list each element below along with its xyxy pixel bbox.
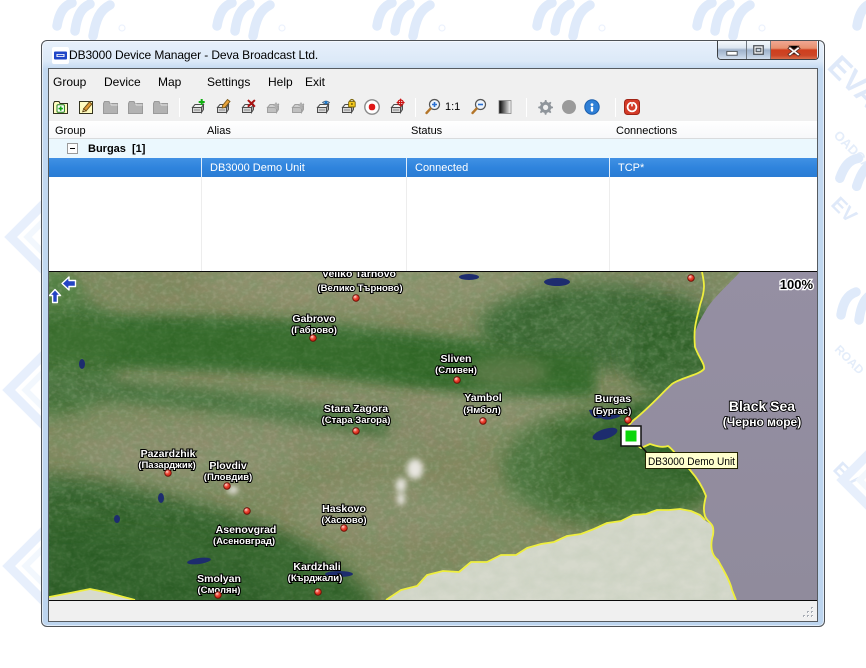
svg-text:(Сливен): (Сливен) <box>435 365 477 376</box>
svg-text:EVA: EVA <box>821 50 866 115</box>
svg-text:Asenovgrad: Asenovgrad <box>216 524 277 536</box>
svg-text:OADCA: OADCA <box>831 128 866 173</box>
svg-text:(Асеновград): (Асеновград) <box>213 536 275 547</box>
svg-text:EV: EV <box>828 458 863 493</box>
svg-text:Stara Zagora: Stara Zagora <box>324 403 388 415</box>
svg-text:Smolyan: Smolyan <box>197 573 241 585</box>
svg-text:EV: EV <box>826 193 861 228</box>
svg-text:Yambol: Yambol <box>464 392 501 404</box>
svg-text:Kardzhali: Kardzhali <box>293 561 340 573</box>
svg-text:Haskovo: Haskovo <box>322 503 366 515</box>
svg-text:Sliven: Sliven <box>441 353 472 365</box>
svg-text:Pazardzhik: Pazardzhik <box>141 448 196 460</box>
svg-text:(Бургас): (Бургас) <box>593 406 632 417</box>
svg-text:(Габрово): (Габрово) <box>291 325 337 336</box>
svg-text:Gabrovo: Gabrovo <box>292 313 335 325</box>
svg-text:100%: 100% <box>780 277 814 292</box>
svg-text:ROAD: ROAD <box>832 342 866 377</box>
svg-text:(Велико Търново): (Велико Търново) <box>317 283 402 294</box>
svg-text:(Пловдив): (Пловдив) <box>204 472 252 483</box>
svg-text:(Пазарджик): (Пазарджик) <box>138 460 195 471</box>
svg-text:Veliko Tarnovo: Veliko Tarnovo <box>322 272 396 280</box>
svg-text:DB3000 Demo Unit: DB3000 Demo Unit <box>648 456 735 468</box>
svg-text:Plovdiv: Plovdiv <box>209 460 247 472</box>
svg-text:(Стара Загора): (Стара Загора) <box>322 415 391 426</box>
svg-text:(Ямбол): (Ямбол) <box>463 405 501 416</box>
svg-text:Black Sea: Black Sea <box>729 398 795 414</box>
svg-text:Burgas: Burgas <box>595 393 631 405</box>
svg-text:(Черно море): (Черно море) <box>723 415 801 429</box>
svg-text:(Кърджали): (Кърджали) <box>288 573 343 584</box>
